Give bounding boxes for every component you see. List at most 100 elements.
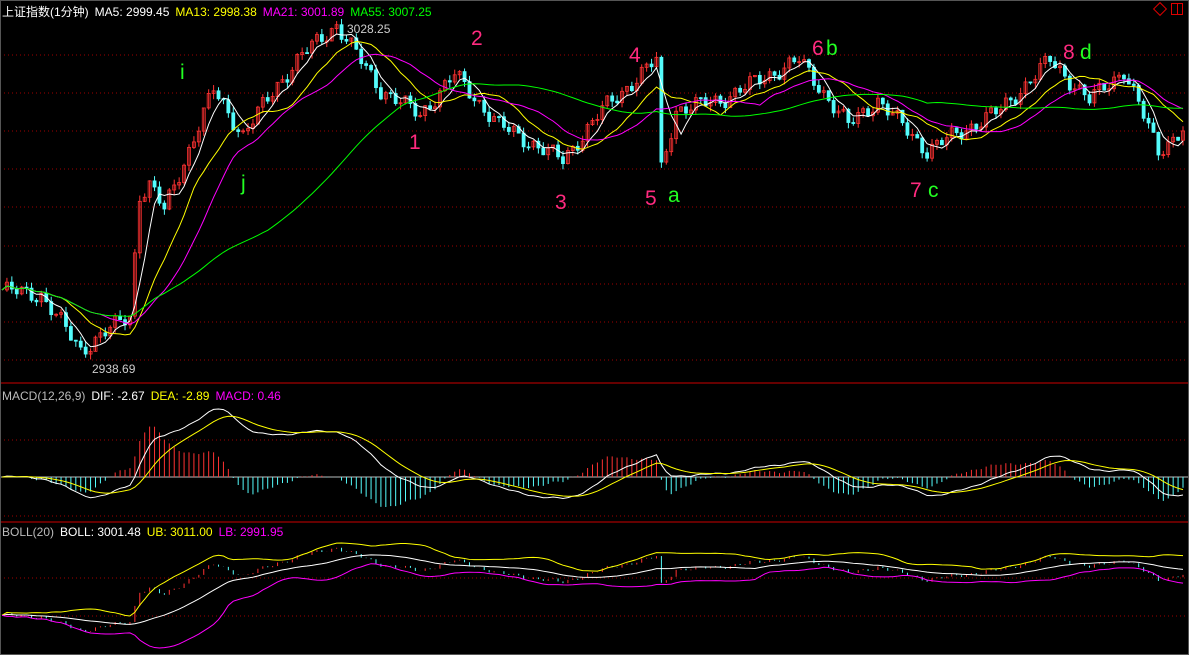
high-price-label: 3028.25 <box>347 22 391 36</box>
candle-down <box>344 38 349 42</box>
candle-down <box>649 63 654 68</box>
candle-down <box>831 100 836 114</box>
candle-down <box>1102 82 1107 91</box>
candle-down <box>1087 94 1092 104</box>
ma5-value: MA5: 2999.45 <box>94 5 170 19</box>
candle-down <box>103 332 108 337</box>
boll-legend: BOLL(20) BOLL: 3001.48 UB: 3011.00 LB: 2991… <box>2 525 289 539</box>
annotation-a: a <box>668 184 680 207</box>
lb-value: LB: 2991.95 <box>218 525 284 539</box>
candle-down <box>447 80 452 83</box>
candle-down <box>339 24 344 40</box>
candle-down <box>226 99 231 114</box>
dea-value: DEA: -2.89 <box>150 389 210 403</box>
candle-down <box>1008 97 1013 101</box>
ub-value: UB: 3011.00 <box>146 525 213 539</box>
candle-down <box>319 34 324 42</box>
boll-upper-line <box>1 542 1184 617</box>
macd-value: MACD: 0.46 <box>215 389 281 403</box>
chart-title: 上证指数(1分钟) <box>2 5 89 19</box>
candle-down <box>83 346 88 355</box>
candle-down <box>162 202 167 210</box>
candle-down <box>939 140 944 146</box>
macd-legend: MACD(12,26,9) DIF: -2.67 DEA: -2.89 MACD: 0… <box>2 389 287 403</box>
annotation-5: 5 <box>645 187 657 210</box>
macd-name: MACD(12,26,9) <box>2 389 86 403</box>
candle-down <box>364 63 369 66</box>
annotation-j: j <box>241 172 246 195</box>
candle-down <box>78 340 83 348</box>
candle-down <box>812 66 816 86</box>
annotation-d: d <box>1080 41 1092 64</box>
candle-down <box>698 97 703 100</box>
candle-down <box>285 79 290 83</box>
candle-down <box>1048 56 1053 62</box>
dif-value: DIF: -2.67 <box>91 389 145 403</box>
candle-down <box>388 92 393 95</box>
stock-chart[interactable] <box>0 0 1189 655</box>
candle-down <box>915 134 920 139</box>
annotation-3: 3 <box>555 191 567 214</box>
candle-down <box>738 87 743 93</box>
annotation-i: i <box>180 61 185 84</box>
candle-down <box>851 122 856 124</box>
annotation-b: b <box>826 37 838 60</box>
candle-down <box>428 105 433 110</box>
candle-down <box>506 126 511 132</box>
candle-down <box>541 147 546 156</box>
candle-down <box>379 87 383 100</box>
annotation-6: 6 <box>812 37 824 60</box>
low-price-label: 2938.69 <box>92 362 136 376</box>
candle-down <box>1131 83 1136 86</box>
candle-down <box>1176 136 1180 141</box>
boll-panel <box>1 542 1184 649</box>
ma13-value: MA13: 2998.38 <box>175 5 257 19</box>
candle-down <box>369 65 373 71</box>
candle-down <box>68 326 73 341</box>
candle-down <box>723 102 728 109</box>
candle-down <box>880 97 885 105</box>
candle-down <box>1122 74 1126 80</box>
candle-down <box>615 100 620 104</box>
ma21-value: MA21: 3001.89 <box>262 5 345 19</box>
candle-down <box>216 90 221 100</box>
annotation-4: 4 <box>629 44 641 67</box>
toolbar-icons <box>1152 1 1183 17</box>
candle-down <box>9 281 14 290</box>
diamond-icon[interactable] <box>1152 1 1168 17</box>
candle-down <box>236 129 241 132</box>
candle-down <box>1028 81 1033 84</box>
candle-down <box>265 97 270 102</box>
candle-down <box>487 111 492 122</box>
candle-down <box>954 127 959 134</box>
candle-down <box>521 132 526 148</box>
ma55-value: MA55: 3007.25 <box>350 5 432 19</box>
annotation-1: 1 <box>409 131 421 154</box>
annotation-7: 7 <box>910 179 922 202</box>
boll-value: BOLL: 3001.48 <box>60 525 141 539</box>
candle-down <box>305 52 309 55</box>
boll-name: BOLL(20) <box>2 525 55 539</box>
boll-lower-line <box>1 563 1184 649</box>
candle-down <box>1151 122 1156 133</box>
candle-down <box>610 95 615 102</box>
candle-down <box>462 71 467 83</box>
candle-down <box>974 123 979 130</box>
macd-panel <box>1 408 1184 507</box>
candle-down <box>1141 100 1146 119</box>
candle-down <box>359 48 364 65</box>
candle-down <box>772 71 777 76</box>
candle-down <box>905 122 910 136</box>
main-legend: 上证指数(1分钟) MA5: 2999.45 MA13: 2998.38 MA21: … <box>2 3 438 20</box>
candle-down <box>816 85 821 93</box>
candle-down <box>866 108 870 117</box>
candle-down <box>152 180 157 188</box>
candle-down <box>472 97 477 102</box>
candle-down <box>792 57 797 63</box>
annotation-8: 8 <box>1063 41 1075 64</box>
split-panel-icon[interactable] <box>1171 3 1183 15</box>
candle-down <box>49 301 54 316</box>
candle-down <box>561 156 565 165</box>
candle-down <box>34 299 39 303</box>
candle-down <box>497 116 501 118</box>
